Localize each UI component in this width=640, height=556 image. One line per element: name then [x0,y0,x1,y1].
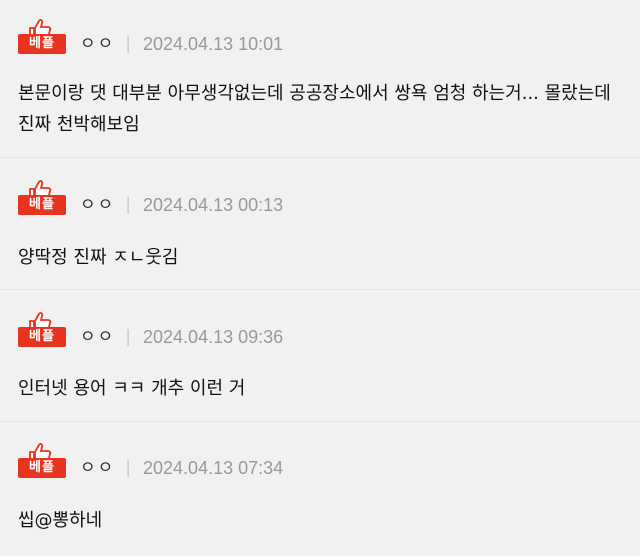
comment-text: 씹@뽕하네 [18,510,103,531]
best-label: 베플 [18,458,66,478]
best-badge: 베플 [18,312,66,347]
separator: | [125,195,132,215]
separator: | [125,458,132,478]
comment-author[interactable]: ㅇㅇ [80,327,115,347]
comment-time: 2024.04.13 07:34 [143,458,284,478]
comment-time: 2024.04.13 10:01 [143,34,284,54]
comment-author[interactable]: ㅇㅇ [80,458,115,478]
comment-header: 베플 ㅇㅇ | 2024.04.13 00:13 [18,180,284,215]
comment-item [0,423,640,556]
separator: | [125,34,132,54]
separator: | [125,327,132,347]
best-label: 베플 [18,195,66,215]
comment-header: 베플 ㅇㅇ | 2024.04.13 10:01 [18,19,284,54]
comment-time: 2024.04.13 09:36 [143,327,284,347]
comment-author[interactable]: ㅇㅇ [80,195,115,215]
best-label: 베플 [18,34,66,54]
best-badge: 베플 [18,443,66,478]
best-badge: 베플 [18,19,66,54]
comment-header: 베플 ㅇㅇ | 2024.04.13 07:34 [18,443,284,478]
best-label: 베플 [18,327,66,347]
comment-author[interactable]: ㅇㅇ [80,34,115,54]
comment-text: 본문이랑 댓 대부분 아무생각없는데 공공장소에서 쌍욕 엄청 하는거... 몰… [18,83,611,135]
comment-list: 베플 ㅇㅇ | 2024.04.13 10:01 본문이랑 댓 대부분 아무생각… [0,0,640,556]
comment-text: 양딱정 진짜 ㅈㄴ웃김 [18,247,179,268]
comment-text: 인터넷 용어 ㅋㅋ 개추 이런 거 [18,378,246,399]
best-badge: 베플 [18,180,66,215]
comment-header: 베플 ㅇㅇ | 2024.04.13 09:36 [18,312,284,347]
comment-time: 2024.04.13 00:13 [143,195,284,215]
